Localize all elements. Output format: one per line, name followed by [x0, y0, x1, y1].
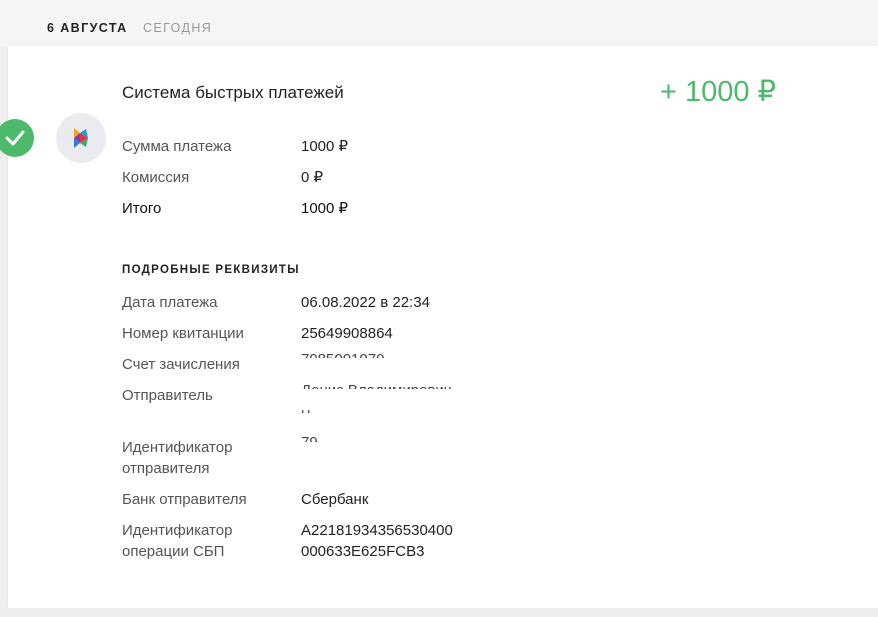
relative-day-label: СЕГОДНЯ: [143, 21, 213, 35]
detail-label-account: Счет зачисления: [122, 356, 240, 373]
detail-label-date: Дата платежа: [122, 294, 218, 311]
detail-value-sender-masked: Денис Владимирович: [301, 380, 452, 389]
check-icon: [0, 119, 34, 157]
detail-value-sender-masked-2: Н.: [301, 404, 314, 413]
merchant-name: Система быстрых платежей: [122, 83, 344, 102]
detail-label-receipt: Номер квитанции: [122, 325, 244, 342]
transaction-amount: + 1000 ₽: [660, 76, 777, 108]
detail-value-op-id-1: A22181934356530400: [301, 522, 453, 539]
sbp-logo-icon: [56, 113, 106, 163]
detail-value-date: 06.08.2022 в 22:34: [301, 294, 430, 311]
detail-value-op-id-2: 000633E625FCB3: [301, 543, 425, 560]
summary-value-fee: 0 ₽: [301, 169, 324, 186]
detail-label-sender: Отправитель: [122, 387, 213, 404]
summary-label-sum: Сумма платежа: [122, 138, 232, 155]
details-title: ПОДРОБНЫЕ РЕКВИЗИТЫ: [122, 264, 300, 276]
detail-label-op-id-2: операции СБП: [122, 543, 225, 560]
detail-label-bank: Банк отправителя: [122, 491, 247, 508]
summary-label-fee: Комиссия: [122, 169, 190, 186]
detail-label-sender-id-1: Идентификатор: [122, 439, 233, 456]
date-label: 6 АВГУСТА: [47, 21, 128, 35]
detail-label-op-id-1: Идентификатор: [122, 522, 233, 539]
summary-value-sum: 1000 ₽: [301, 138, 349, 155]
transaction-card[interactable]: Система быстрых платежей + 1000 ₽ Сумма …: [0, 46, 878, 608]
bottom-divider: [0, 608, 878, 617]
detail-value-bank: Сбербанк: [301, 491, 369, 508]
detail-value-receipt: 25649908864: [301, 325, 393, 342]
summary-value-total: 1000 ₽: [301, 200, 349, 217]
detail-label-sender-id-2: отправителя: [122, 460, 210, 477]
summary-label-total: Итого: [122, 200, 162, 217]
detail-value-sender-id-masked: 79: [301, 432, 318, 442]
date-header: 6 АВГУСТА СЕГОДНЯ: [0, 0, 878, 46]
detail-value-account-masked: 7985001070: [301, 349, 384, 358]
